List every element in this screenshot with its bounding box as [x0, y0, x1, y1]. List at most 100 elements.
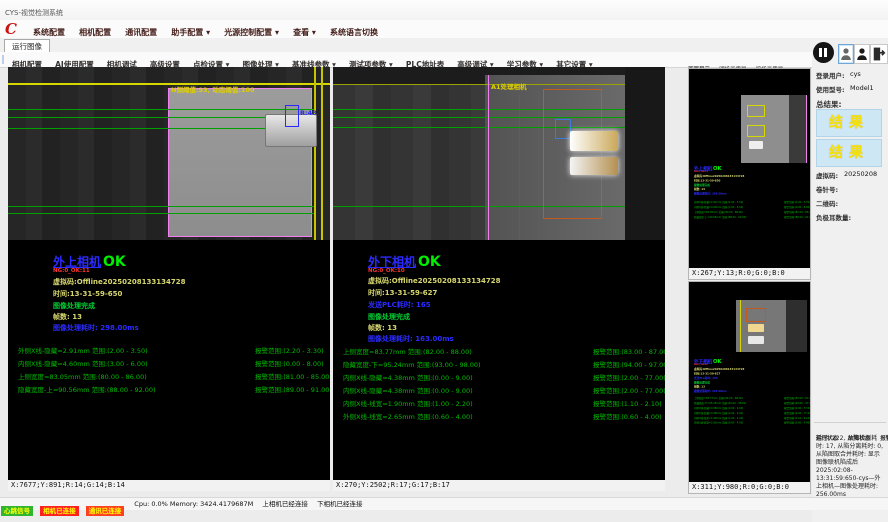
alarm-range: 报警范围:(2.00 - 77.00)	[784, 411, 811, 415]
capture-time: 时间:13-31-59-650	[694, 179, 720, 183]
measurement-value: 上侧宽度=83.05mm 范围:(80.00 - 86.00)	[694, 211, 743, 214]
measurement-row: 外侧X线-隐藏=2.91mm 范围:(2.00 - 3.50) 报警范围:(2.…	[694, 200, 811, 204]
measurement-row: 上侧宽度=83.05mm 范围:(80.00 - 86.00) 报警范围:(81…	[694, 210, 811, 214]
app-window: CYS-视觉检测系统 C 系统配置 相机配置 通讯配置 助手配置 ▾ 光源控制配…	[0, 0, 888, 522]
control-panel: 登录用户: cys 使用型号: Model1 总结果: 结果 结果 虚拟码: 2…	[812, 38, 888, 522]
plc-send-time: 发送PLC耗时: 165	[368, 300, 431, 310]
measurement-value: 内侧X线-隐藏=4.38mm 范围:(0.00 - 9.00)	[694, 412, 743, 415]
measurement-value: 内侧X线-隐藏=4.60mm 范围:(3.00 - 6.00)	[694, 206, 743, 209]
alarm-range: 报警范围:(94.00 - 97.00)	[784, 401, 811, 405]
upper-camera-status: 上相机已经连接	[262, 498, 308, 510]
processing-time: 图像处理耗时: 298.00ms	[53, 323, 139, 333]
thumb-edge-line	[806, 95, 807, 163]
measurement-row: 隐藏宽度-下=95.24mm 范围:(93.00 - 98.00) 报警范围:(…	[694, 401, 811, 405]
menu-bar: C 系统配置 相机配置 通讯配置 助手配置 ▾ 光源控制配置 ▾ 查看 ▾ 系统…	[0, 20, 888, 39]
thumb-bright-spot	[748, 324, 764, 332]
measurement-value: 外侧X线-线宽=2.65mm 范围:(0.60 - 4.00)	[694, 421, 743, 424]
result-box-lower: 结果	[816, 139, 882, 167]
alarm-range: 报警范围:(83.00 - 87.00)	[593, 346, 665, 356]
pause-button[interactable]	[813, 42, 834, 63]
capture-time: 时间:13-31-59-627	[368, 288, 437, 298]
thumbnail-image-upper[interactable]	[741, 95, 807, 163]
thumbnail-panel-upper[interactable]: 外上相机OK NG:0_OK:11 虚拟码:Offline20250208133…	[688, 68, 811, 280]
bright-tab-region	[570, 157, 618, 175]
measurement-value: 外侧X线-线宽=2.65mm 范围:(0.60 - 4.00)	[343, 413, 473, 421]
negative-tab-count-label: 负极耳数量:	[816, 212, 851, 222]
measurement-row: 内侧X线-隐藏=4.38mm 范围:(0.00 - 9.00) 报警范围:(2.…	[694, 411, 811, 415]
measurement-value: 外侧X线-隐藏=2.91mm 范围:(2.00 - 3.50)	[694, 201, 743, 204]
processing-time: 图像处理耗时: 298.00ms	[694, 192, 727, 196]
user-icon	[840, 46, 852, 62]
alarm-range: 报警范围:(0.60 - 4.00)	[593, 411, 662, 421]
roi-blue-box	[555, 119, 571, 139]
stats-log-text: 耗时: 222, 从陷检测耗时: 17, 从陷分离耗时: 0, 从陷图取合并耗时…	[816, 435, 884, 499]
alarm-range: 报警范围:(89.00 - 91.00)	[255, 384, 330, 394]
capture-time: 时间:13-31-59-650	[53, 289, 122, 299]
measurement-value: 上侧宽度=83.05mm 范围:(80.00 - 86.00)	[18, 373, 147, 381]
camera-image-lower[interactable]: A1处理相机	[333, 67, 665, 240]
model-label: 使用型号:	[816, 84, 845, 94]
login-user-label: 登录用户:	[816, 70, 845, 80]
tab-bar: 运行图像	[0, 38, 888, 53]
thumbnail-overlay-upper: 外上相机OK NG:0_OK:11 虚拟码:Offline20250208133…	[694, 165, 811, 237]
measurement-value: 内侧X线-线宽=1.90mm 范围:(1.00 - 2.20)	[694, 417, 743, 420]
result-ok-badge: OK	[418, 254, 441, 270]
measurement-row: 隐藏宽度-下=95.24mm 范围:(93.00 - 98.00) 报警范围:(…	[343, 359, 663, 369]
scan-line	[8, 83, 330, 85]
alarm-range: 报警范围:(0.00 - 8.00)	[255, 358, 324, 368]
operator-button[interactable]	[854, 44, 870, 64]
camera-name: 外上相机	[53, 255, 101, 269]
operator-icon	[856, 46, 868, 62]
thumbnail-overlay-lower: 外下相机OK NG:0_OK:10 虚拟码:Offline20250208133…	[694, 358, 811, 430]
alarm-range: 报警范围:(1.10 - 2.10)	[784, 416, 810, 420]
result-ok-badge: OK	[103, 254, 126, 270]
processing-time: 图像处理耗时: 163.00ms	[368, 334, 454, 344]
alarm-range: 报警范围:(89.00 - 91.00)	[784, 215, 811, 219]
processing-time: 图像处理耗时: 163.00ms	[694, 389, 727, 393]
camera-panel-upper: N侧阈值:93, 动态阈值:100 R:48 外上相机OK NG:0_OK:11…	[8, 67, 330, 491]
thumbnail-panel-lower[interactable]: 外下相机OK NG:0_OK:10 虚拟码:Offline20250208133…	[688, 281, 811, 494]
alarm-range: 报警范围:(0.60 - 4.00)	[784, 421, 810, 425]
alarm-range: 报警范围:(2.20 - 3.30)	[255, 345, 324, 355]
pixel-coordinates-bar: X:270;Y:2502;R:17;G:17;B:17	[333, 480, 665, 491]
login-user-value: cys	[850, 70, 861, 78]
plc-send-time: 发送PLC耗时: 165	[694, 376, 718, 380]
measurement-row: 内侧X线-隐藏=4.38mm 范围:(0.00 - 9.00) 报警范围:(2.…	[343, 372, 663, 382]
scan-line	[333, 84, 625, 85]
measurement-value: 隐藏宽度-上=90.56mm 范围:(88.00 - 92.00)	[694, 216, 746, 219]
logout-button[interactable]	[870, 44, 888, 64]
frame-count: 帧数: 13	[368, 323, 397, 333]
bright-tab-region	[570, 131, 618, 151]
lower-camera-status: 下相机已经连接	[317, 498, 363, 510]
measurement-value: 外侧X线-隐藏=2.91mm 范围:(2.00 - 3.50)	[18, 347, 148, 355]
user-button[interactable]	[838, 44, 854, 64]
ng-ok-counter: NG:0_OK:10	[368, 268, 405, 274]
camera-panel-lower: A1处理相机 外下相机OK NG:0_OK:10 虚拟码:Offline2025…	[333, 67, 665, 491]
processing-done: 图像处理完成	[53, 301, 95, 311]
tab-run-image[interactable]: 运行图像	[4, 39, 50, 53]
camera-image-upper[interactable]: N侧阈值:93, 动态阈值:100 R:48	[8, 67, 330, 240]
virtual-code-label: 虚拟码:	[816, 170, 838, 180]
stats-divider	[814, 422, 886, 423]
pixel-coordinates-bar: X:7677;Y:891;R:14;G:14;B:14	[8, 480, 330, 491]
thumb-bright-spot	[749, 141, 763, 149]
image-dark-band	[625, 67, 665, 240]
measurement-row: 上侧宽度=83.77mm 范围:(82.00 - 88.00) 报警范围:(83…	[343, 346, 663, 356]
measurement-row: 隐藏宽度-上=90.56mm 范围:(88.00 - 92.00) 报警范围:(…	[18, 384, 328, 394]
virtual-code-value: 20250208	[844, 170, 877, 178]
threshold-label: N侧阈值:93, 动态阈值:100	[171, 84, 254, 94]
measurement-row: 上侧宽度=83.77mm 范围:(82.00 - 88.00) 报警范围:(83…	[694, 396, 811, 400]
measurement-value: 隐藏宽度-下=95.24mm 范围:(93.00 - 98.00)	[694, 402, 746, 405]
cpu-memory-status: Cpu: 0.0% Memory: 3424.4179687M	[134, 498, 253, 510]
measurement-row: 上侧宽度=83.05mm 范围:(80.00 - 86.00) 报警范围:(81…	[18, 371, 328, 381]
measurement-value: 隐藏宽度-下=95.24mm 范围:(93.00 - 98.00)	[343, 361, 481, 369]
measurement-row: 内侧X线-隐藏=4.38mm 范围:(0.00 - 9.00) 报警范围:(2.…	[694, 406, 811, 410]
thumbnail-image-lower[interactable]	[736, 300, 807, 352]
frame-count: 帧数: 13	[53, 312, 82, 322]
measurement-value: 内侧X线-隐藏=4.60mm 范围:(3.00 - 6.00)	[18, 360, 148, 368]
measurement-row: 外侧X线-线宽=2.65mm 范围:(0.60 - 4.00) 报警范围:(0.…	[694, 421, 811, 425]
result-ok-badge: OK	[713, 165, 722, 171]
camera-status-badge: 相机已连接	[40, 506, 79, 516]
edge-marker-line	[321, 67, 323, 240]
measurement-row: 内侧X线-隐藏=4.38mm 范围:(0.00 - 9.00) 报警范围:(2.…	[343, 385, 663, 395]
